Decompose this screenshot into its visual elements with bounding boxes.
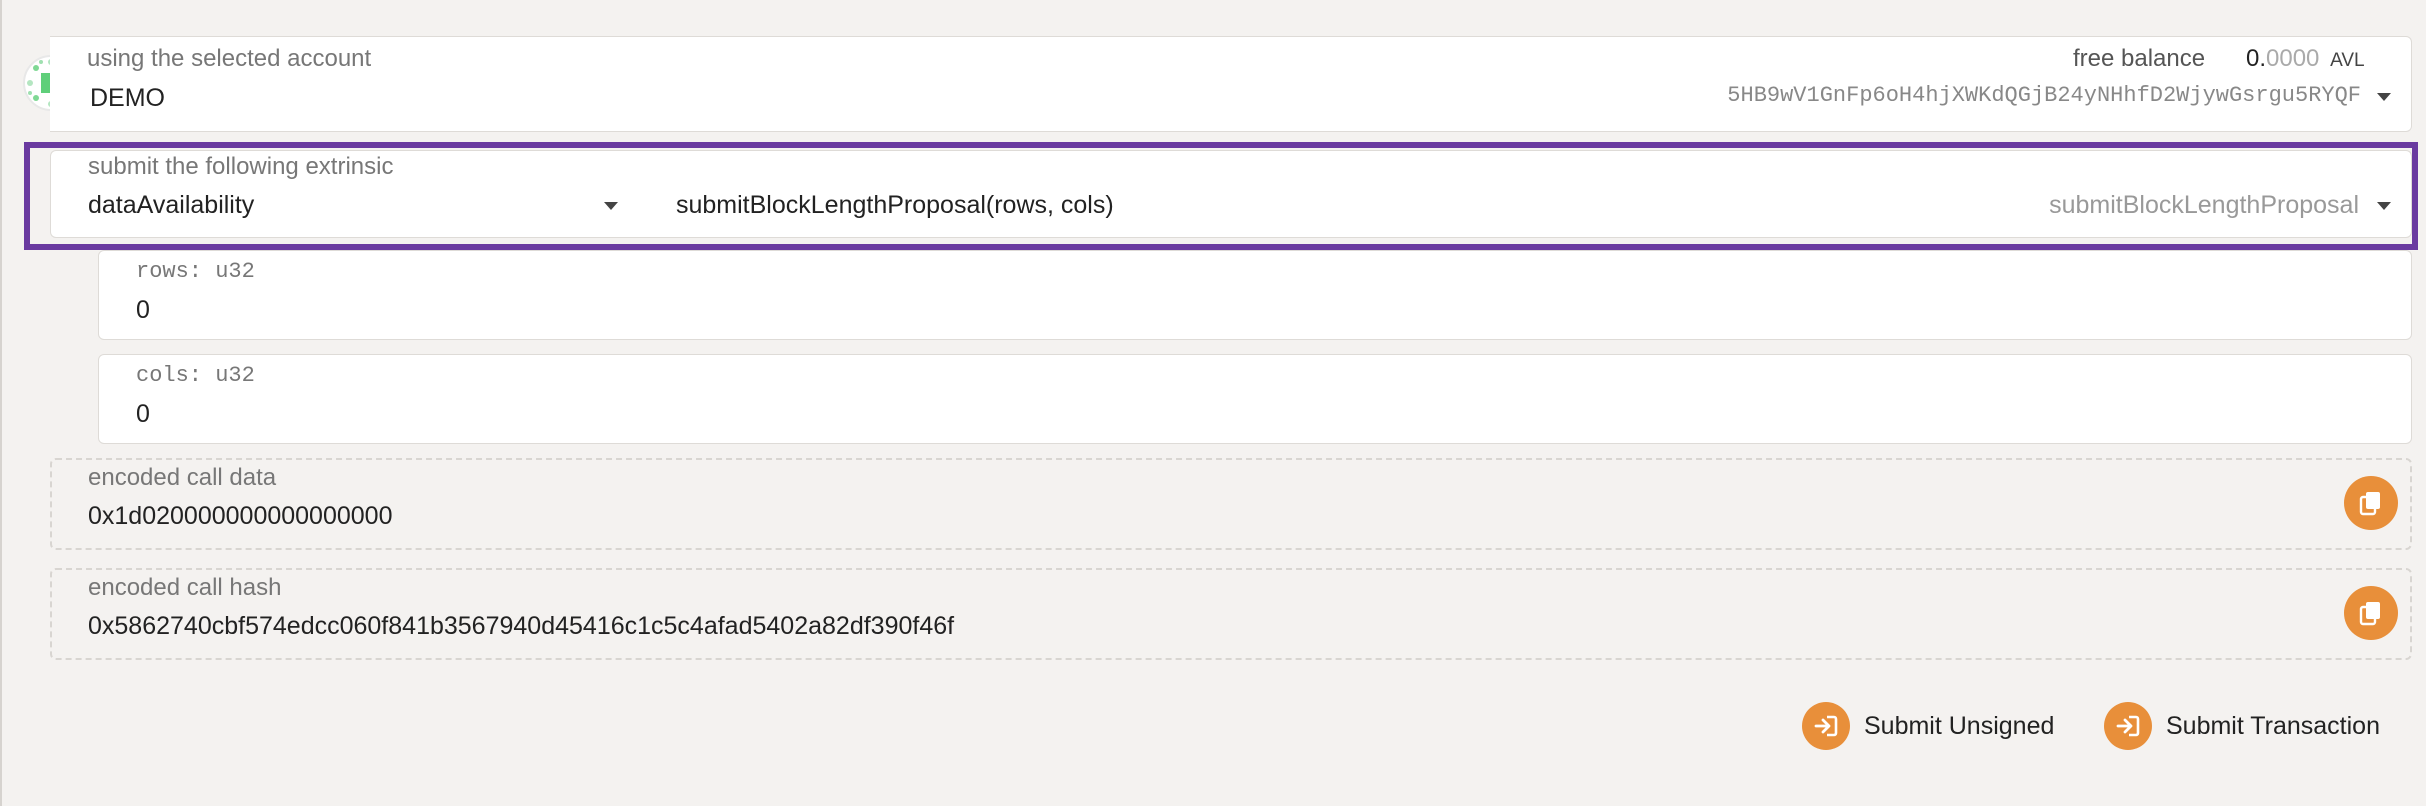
encoded-call-data-label: encoded call data <box>88 464 277 491</box>
submit-unsigned-button[interactable]: Submit Unsigned <box>1802 702 2054 750</box>
account-label: using the selected account <box>87 45 372 72</box>
submit-transaction-button[interactable]: Submit Transaction <box>2104 702 2380 750</box>
sign-in-icon <box>2104 702 2152 750</box>
extrinsic-method-signature: submitBlockLengthProposal(rows, cols) <box>676 191 1114 219</box>
copy-call-data-button[interactable] <box>2344 476 2398 530</box>
extrinsic-method-select[interactable]: submitBlockLengthProposal(rows, cols) su… <box>634 150 2412 238</box>
extrinsic-section: dataAvailability <box>88 191 255 219</box>
copy-icon <box>2359 492 2380 516</box>
free-balance-value: 0.0000 AVL <box>2246 45 2365 73</box>
param-cols-value: 0 <box>136 400 150 428</box>
encoded-call-data-value: 0x1d020000000000000000 <box>88 502 393 530</box>
account-name: DEMO <box>90 84 165 112</box>
encoded-call-data: encoded call data 0x1d020000000000000000 <box>50 458 2412 550</box>
balance-unit: AVL <box>2330 50 2365 71</box>
encoded-call-hash: encoded call hash 0x5862740cbf574edcc060… <box>50 568 2412 660</box>
encoded-call-hash-value: 0x5862740cbf574edcc060f841b3567940d45416… <box>88 612 955 640</box>
submit-unsigned-label: Submit Unsigned <box>1864 711 2055 740</box>
account-address: 5HB9wV1GnFp6oH4hjXWKdQGjB24yNHhfD2WjywGs… <box>1727 83 2361 108</box>
extrinsic-label: submit the following extrinsic <box>88 153 394 180</box>
chevron-down-icon[interactable] <box>2377 202 2391 210</box>
param-cols-label: cols: u32 <box>136 363 255 388</box>
extrinsic-section-select[interactable]: submit the following extrinsic dataAvail… <box>50 150 634 238</box>
copy-icon <box>2359 602 2380 626</box>
param-cols-input[interactable]: cols: u32 0 <box>98 354 2412 444</box>
account-selector[interactable]: using the selected account DEMO free bal… <box>50 36 2412 132</box>
free-balance-label: free balance <box>2073 45 2206 72</box>
chevron-down-icon[interactable] <box>2377 93 2391 101</box>
balance-decimals: 0000 <box>2266 45 2320 72</box>
encoded-call-hash-label: encoded call hash <box>88 574 282 601</box>
submit-transaction-label: Submit Transaction <box>2166 711 2380 740</box>
chevron-down-icon[interactable] <box>604 202 618 210</box>
sign-in-icon <box>1802 702 1850 750</box>
param-rows-label: rows: u32 <box>136 259 255 284</box>
param-rows-value: 0 <box>136 296 150 324</box>
copy-call-hash-button[interactable] <box>2344 586 2398 640</box>
extrinsic-method-name: submitBlockLengthProposal <box>2049 191 2359 219</box>
balance-integer: 0. <box>2246 45 2267 72</box>
param-rows-input[interactable]: rows: u32 0 <box>98 250 2412 340</box>
